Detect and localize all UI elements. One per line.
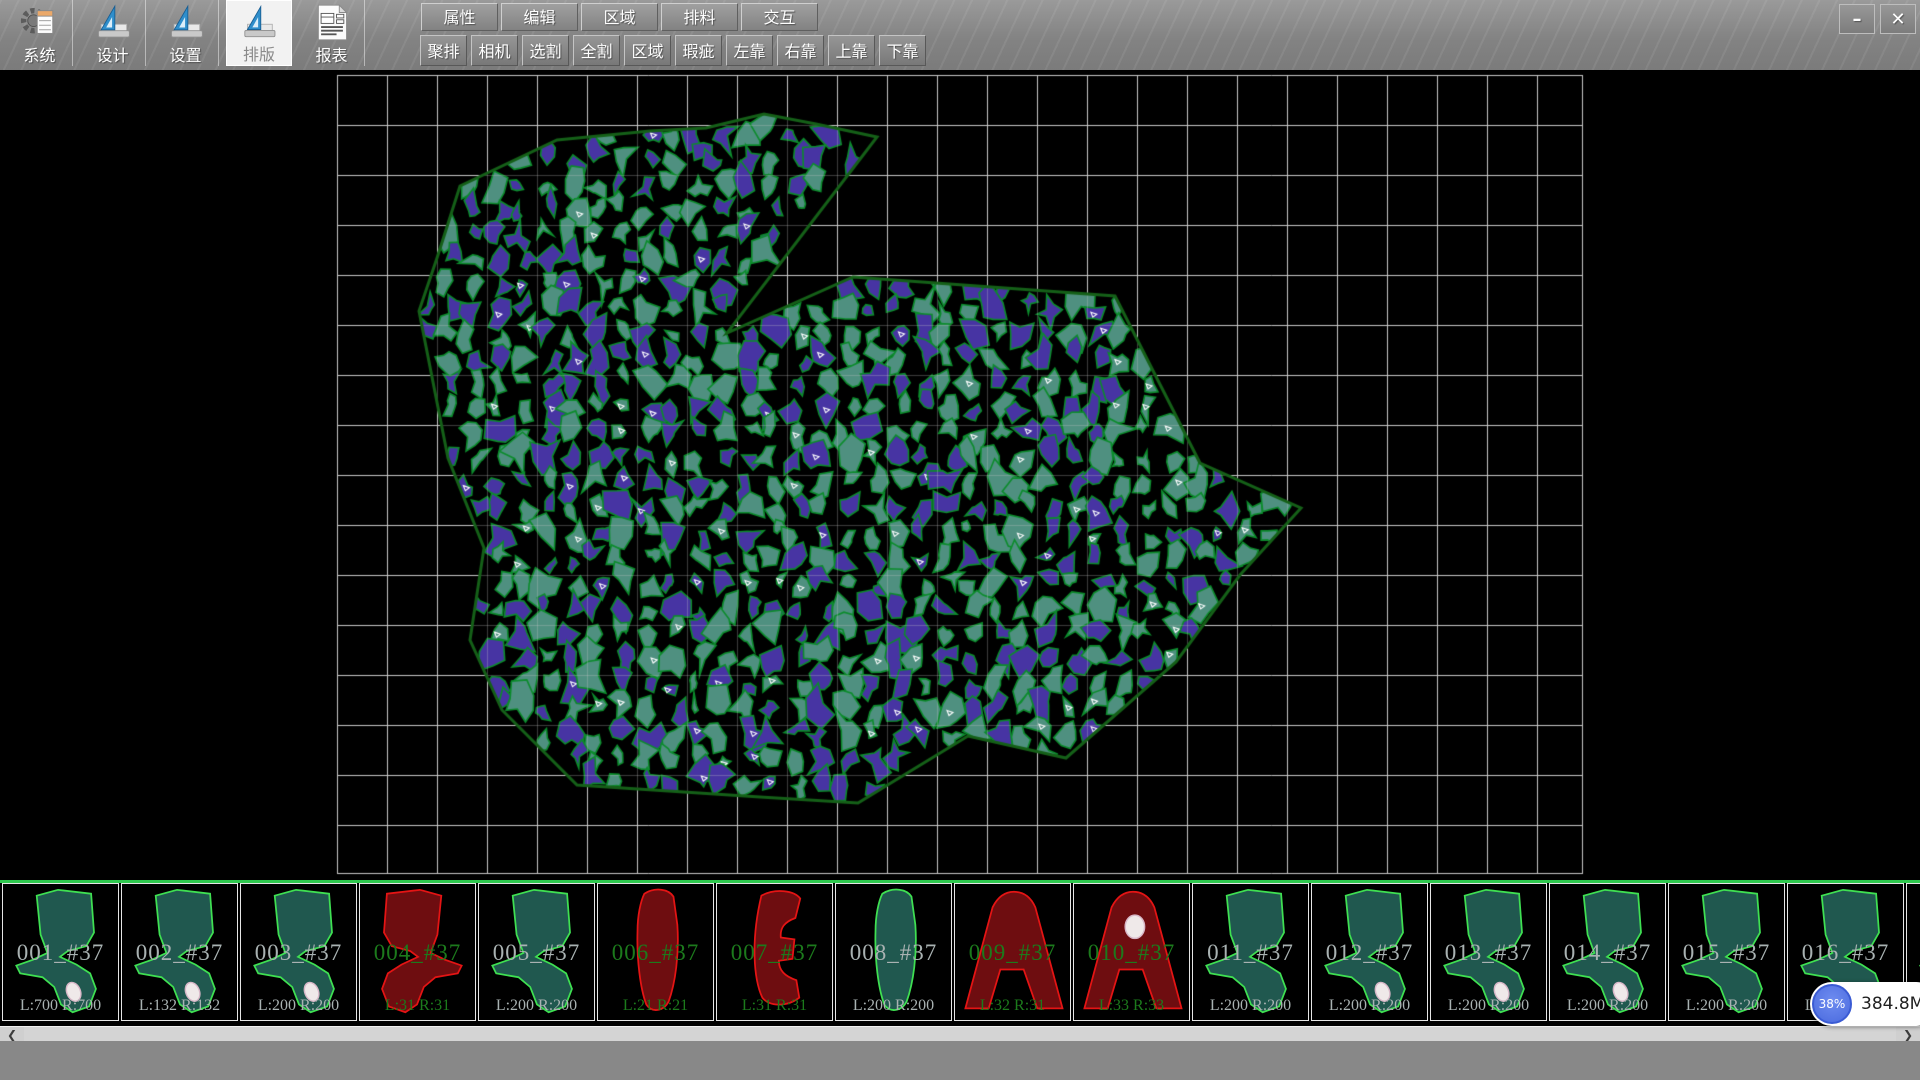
thumbnail-cell[interactable]: 001_#37 L:700 R:700 — [2, 883, 119, 1021]
module-nesting[interactable]: 排版 — [226, 0, 292, 66]
tool-align-bottom[interactable]: 下靠 — [879, 35, 926, 66]
piece-id: 003_#37 — [241, 940, 356, 966]
thumbnail-cell[interactable]: 012_#37 L:200 R:200 — [1311, 883, 1428, 1021]
percent-indicator: 38% — [1812, 984, 1852, 1024]
title-bar: 系统设计设置排版报表 属性编辑区域排料交互 聚排相机选割全割区域瑕疵左靠右靠上靠… — [0, 0, 1920, 70]
piece-id: 009_#37 — [955, 940, 1070, 966]
piece-lr-count: L:700 R:700 — [3, 997, 118, 1015]
piece-lr-count: L:31 R:31 — [717, 997, 832, 1015]
piece-id: 013_#37 — [1431, 940, 1546, 966]
tool-align-left[interactable]: 左靠 — [726, 35, 773, 66]
piece-id: 008_#37 — [836, 940, 951, 966]
menu-properties[interactable]: 属性 — [421, 3, 498, 31]
thumbnail-cell[interactable]: 008_#37 L:200 R:200 — [835, 883, 952, 1021]
module-toolbar: 系统 设计 设置 排版 报表 — [0, 0, 365, 66]
module-label: 设置 — [169, 42, 201, 66]
piece-id: 006_#37 — [598, 940, 713, 966]
piece-lr-count: L:21 R:21 — [598, 997, 713, 1015]
module-label: 报表 — [315, 42, 347, 66]
status-bar — [0, 1041, 1920, 1080]
memory-usage-badge: 38% 384.8M — [1810, 982, 1920, 1026]
piece-thumbnail-strip: 001_#37L:700 R:700002_#37L:132 R:132003_… — [0, 883, 1920, 1023]
tool-camera[interactable]: 相机 — [471, 35, 518, 66]
piece-lr-count: L:32 R:31 — [955, 997, 1070, 1015]
piece-lr-count: L:132 R:132 — [122, 997, 237, 1015]
piece-id: 001_#37 — [3, 940, 118, 966]
piece-lr-count: L:31 R:31 — [360, 997, 475, 1015]
piece-lr-count: L:200 R:200 — [1431, 997, 1546, 1015]
module-label: 系统 — [23, 42, 55, 66]
nesting-viewport[interactable] — [0, 70, 1920, 880]
ruler-icon — [166, 2, 206, 43]
module-report[interactable]: 报表 — [299, 0, 365, 66]
piece-id: 014_#37 — [1550, 940, 1665, 966]
thumbnail-cell[interactable]: 010_#37 L:33 R:33 — [1073, 883, 1190, 1021]
thumbnail-cell[interactable]: 015_#37 L:200 R:200 — [1668, 883, 1785, 1021]
close-button[interactable]: ✕ — [1880, 4, 1916, 34]
gear-doc-icon — [20, 2, 60, 43]
menu-region[interactable]: 区域 — [581, 3, 658, 31]
module-label: 设计 — [96, 42, 128, 66]
scroll-right-icon[interactable]: ❯ — [1896, 1027, 1920, 1042]
ruler-icon — [93, 2, 133, 43]
thumbnail-cell[interactable]: 011_#37 L:200 R:200 — [1192, 883, 1309, 1021]
tool-align-top[interactable]: 上靠 — [828, 35, 875, 66]
tool-align-right[interactable]: 右靠 — [777, 35, 824, 66]
piece-id: 012_#37 — [1312, 940, 1427, 966]
scroll-left-icon[interactable]: ❮ — [0, 1027, 24, 1042]
thumbnail-cell[interactable]: 003_#37 L:200 R:200 — [240, 883, 357, 1021]
piece-id: 005_#37 — [479, 940, 594, 966]
piece-lr-count: L:200 R:200 — [1669, 997, 1784, 1015]
report-icon — [312, 2, 352, 43]
tool-cluster-nest[interactable]: 聚排 — [420, 35, 467, 66]
piece-lr-count: L:200 R:200 — [241, 997, 356, 1015]
piece-lr-count: L:200 R:200 — [1193, 997, 1308, 1015]
percent-value: 38% — [1819, 997, 1846, 1011]
piece-lr-count: L:200 R:200 — [1550, 997, 1665, 1015]
menu-row: 属性编辑区域排料交互 — [421, 3, 818, 31]
piece-id: 004_#37 — [360, 940, 475, 966]
module-system[interactable]: 系统 — [7, 0, 73, 66]
thumbnail-cell[interactable]: 014_#37 L:200 R:200 — [1549, 883, 1666, 1021]
memory-value: 384.8M — [1861, 994, 1920, 1014]
thumbnail-cell[interactable]: 009_#37 L:32 R:31 — [954, 883, 1071, 1021]
horizontal-scrollbar[interactable]: ❮ ❯ — [0, 1026, 1920, 1041]
tool-row: 聚排相机选割全割区域瑕疵左靠右靠上靠下靠 — [420, 35, 926, 66]
thumbnail-cell[interactable]: 013_#37 L:200 R:200 — [1430, 883, 1547, 1021]
piece-id: 007_#37 — [717, 940, 832, 966]
application-window: 系统设计设置排版报表 属性编辑区域排料交互 聚排相机选割全割区域瑕疵左靠右靠上靠… — [0, 0, 1920, 1080]
menu-interact[interactable]: 交互 — [741, 3, 818, 31]
minimize-button[interactable]: – — [1839, 4, 1875, 34]
piece-id: 015_#37 — [1669, 940, 1784, 966]
module-design[interactable]: 设计 — [80, 0, 146, 66]
piece-lr-count: L:200 R:200 — [1312, 997, 1427, 1015]
menu-nesting[interactable]: 排料 — [661, 3, 738, 31]
tool-region[interactable]: 区域 — [624, 35, 671, 66]
nesting-canvas[interactable] — [0, 70, 1920, 880]
ruler-icon — [239, 3, 279, 42]
module-label: 排版 — [243, 41, 275, 65]
menu-edit[interactable]: 编辑 — [501, 3, 578, 31]
piece-id: 010_#37 — [1074, 940, 1189, 966]
piece-lr-count: L:200 R:200 — [836, 997, 951, 1015]
module-settings[interactable]: 设置 — [153, 0, 219, 66]
thumbnail-cell[interactable]: 006_#37 L:21 R:21 — [597, 883, 714, 1021]
thumbnail-cell[interactable]: 004_#37 L:31 R:31 — [359, 883, 476, 1021]
piece-id: 016_#37 — [1788, 940, 1903, 966]
thumbnail-cell[interactable]: 002_#37 L:132 R:132 — [121, 883, 238, 1021]
piece-lr-count: L:33 R:33 — [1074, 997, 1189, 1015]
thumbnail-cell[interactable]: 007_#37 L:31 R:31 — [716, 883, 833, 1021]
thumbnail-cell[interactable]: 005_#37 L:200 R:200 — [478, 883, 595, 1021]
window-controls: – ✕ — [1839, 4, 1916, 34]
piece-hole — [1125, 915, 1144, 938]
tool-cut-all[interactable]: 全割 — [573, 35, 620, 66]
piece-id: 011_#37 — [1193, 940, 1308, 966]
tool-defect[interactable]: 瑕疵 — [675, 35, 722, 66]
piece-lr-count: L:200 R:200 — [479, 997, 594, 1015]
tool-select-cut[interactable]: 选割 — [522, 35, 569, 66]
piece-id: 002_#37 — [122, 940, 237, 966]
